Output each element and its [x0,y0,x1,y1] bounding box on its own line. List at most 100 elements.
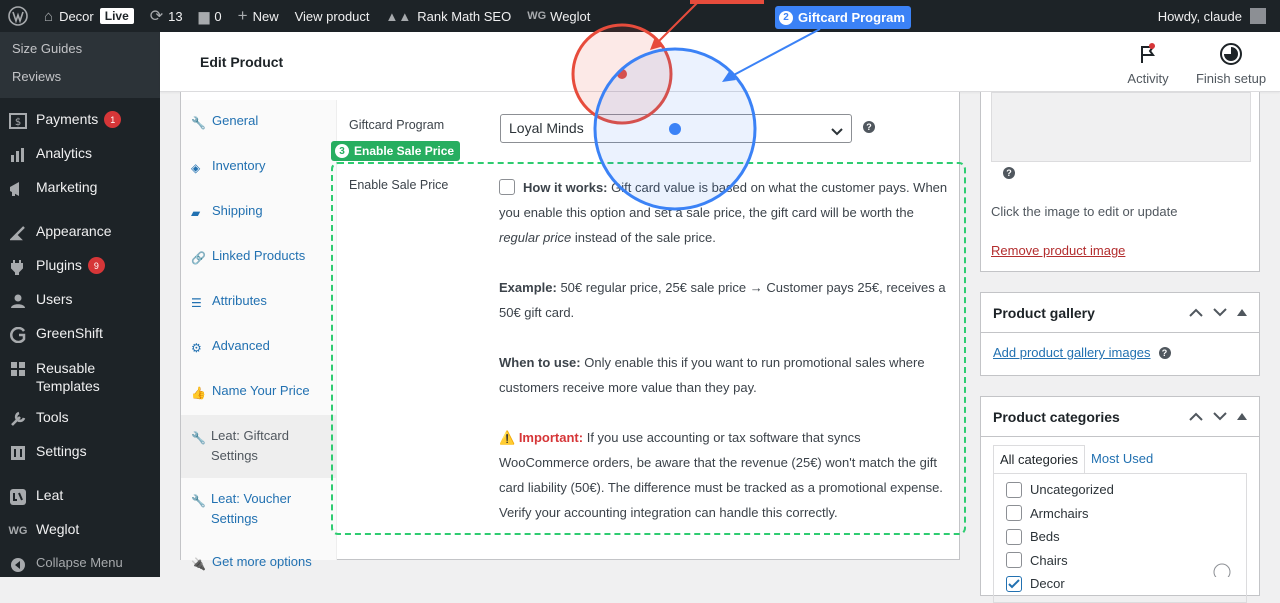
example-paragraph: Example: 50€ regular price, 25€ sale pri… [499,275,949,325]
updates-count: 13 [168,8,183,24]
category-checkbox-checked[interactable] [1006,575,1022,592]
enable-sale-price-label: Enable Sale Price [349,178,449,192]
admin-sidebar: Size Guides Reviews $ Payments 1 Analyti… [0,32,160,577]
example-text: 50€ regular price, 25€ sale price → Cust… [499,280,946,320]
submenu-item-reviews[interactable]: Reviews [0,64,160,92]
tab-get-more-options[interactable]: 🔌 Get more options [181,541,336,586]
annotation-label: Enable Sale Price [354,144,455,158]
sidebar-item-tools[interactable]: Tools [0,402,160,436]
weglot-link[interactable]: WG Weglot [519,0,598,32]
site-name-link[interactable]: ⌂ Decor Live [36,0,142,32]
tab-inventory[interactable]: ◈ Inventory [181,145,336,190]
account-menu[interactable]: Howdy, claude [1150,0,1280,32]
sidebar-item-users[interactable]: Users [0,284,160,318]
payments-badge: 1 [104,111,122,128]
category-checkbox[interactable] [1006,481,1022,498]
templates-icon [8,359,28,379]
progress-ring-icon [1190,42,1272,66]
list-item[interactable]: Decor [1006,572,1234,596]
tab-most-used[interactable]: Most Used [1085,445,1159,473]
tab-linked-products[interactable]: 🔗 Linked Products [181,235,336,280]
list-item[interactable]: Beds [1006,525,1234,549]
product-categories-box: Product categories All categories Most U… [980,396,1260,603]
sidebar-item-settings[interactable]: Settings [0,436,160,470]
chevron-up-icon[interactable] [1189,308,1203,317]
tab-shipping[interactable]: ▰ Shipping [181,190,336,235]
list-item[interactable]: Chairs [1006,549,1234,573]
gear-icon: ⚙ [191,341,202,355]
category-tabs: All categories Most Used [981,437,1259,473]
list-item[interactable]: Armchairs [1006,502,1234,526]
toggle-panel-icon[interactable] [1237,413,1247,420]
sidebar-item-payments[interactable]: $ Payments 1 [0,104,160,138]
toggle-panel-icon[interactable] [1237,309,1247,316]
sidebar-item-analytics[interactable]: Analytics [0,138,160,172]
wrench-icon: 🔧 [191,494,206,508]
chevron-down-icon [831,123,843,139]
add-gallery-images-link[interactable]: Add product gallery images [993,345,1151,360]
tab-name-your-price[interactable]: 👍 Name Your Price [181,370,336,415]
truck-icon: ▰ [191,206,201,220]
view-product-link[interactable]: View product [287,0,378,32]
tab-leat-voucher-settings[interactable]: 🔧 Leat: Voucher Settings [181,478,336,541]
category-label: Armchairs [1030,505,1089,521]
new-content-link[interactable]: + New [230,0,287,32]
sidebar-item-leat[interactable]: Leat [0,480,160,514]
category-label: Uncategorized [1030,482,1114,498]
sidebar-item-reusable-templates[interactable]: Reusable Templates [0,352,160,402]
home-icon: ⌂ [44,7,54,25]
annotation-tag-2: 2 Giftcard Program [775,6,911,29]
how-it-works-tail: instead of the sale price. [574,230,716,245]
submenu-item-size-guides[interactable]: Size Guides [0,36,160,64]
finish-setup-button[interactable]: Finish setup [1190,42,1272,86]
rankmath-link[interactable]: ▲▲ Rank Math SEO [378,0,520,32]
tab-attributes[interactable]: ☰ Attributes [181,280,336,325]
help-icon[interactable]: ? [1158,346,1171,359]
tab-advanced[interactable]: ⚙ Advanced [181,325,336,370]
wrench-icon: 🔧 [191,116,206,130]
chevron-down-icon[interactable] [1213,308,1227,317]
tab-leat-giftcard-settings[interactable]: 🔧 Leat: Giftcard Settings [181,415,336,478]
sidebar-item-marketing[interactable]: Marketing [0,172,160,206]
giftcard-program-value: Loyal Minds [509,120,584,136]
remove-product-image-link[interactable]: Remove product image [991,243,1125,258]
tab-all-categories[interactable]: All categories [993,445,1086,473]
list-icon: ☰ [191,296,202,310]
sidebar-item-label: Appearance [36,223,112,239]
tab-general[interactable]: 🔧 General [181,100,336,145]
regular-price-emphasis: regular price [499,230,572,245]
product-image-box: ? Click the image to edit or update Remo… [980,92,1260,272]
giftcard-program-select[interactable]: Loyal Minds [500,114,852,143]
sidebar-item-label: Weglot [36,521,80,537]
tab-label: Shipping [212,203,263,218]
updates-link[interactable]: ⟳ 13 [142,0,191,32]
sidebar-item-appearance[interactable]: Appearance [0,216,160,250]
chevron-up-icon[interactable] [1189,412,1203,421]
category-checkbox[interactable] [1006,505,1022,522]
sidebar-item-plugins[interactable]: Plugins 9 [0,250,160,284]
list-item[interactable]: Uncategorized [1006,478,1234,502]
annotation-label: Giftcard Program [798,10,905,25]
product-categories-header: Product categories [981,397,1259,437]
category-label: Beds [1030,529,1060,545]
sidebar-item-greenshift[interactable]: GreenShift [0,318,160,352]
giftcard-program-label: Giftcard Program [349,118,445,132]
wordpress-logo-icon[interactable] [0,0,36,32]
sidebar-item-label: GreenShift [36,325,103,341]
chevron-down-icon[interactable] [1213,412,1227,421]
weglot-icon: WG [8,525,28,537]
category-checkbox[interactable] [1006,528,1022,545]
tab-label: Inventory [212,158,266,173]
product-categories-title: Product categories [993,408,1120,425]
comments-link[interactable]: ▆ 0 [191,0,230,32]
help-icon[interactable]: ? [863,121,875,133]
sidebar-item-label: Settings [36,443,87,459]
activity-button[interactable]: Activity [1118,42,1178,86]
category-checkbox[interactable] [1006,552,1022,569]
enable-sale-price-checkbox[interactable] [499,179,515,195]
avatar [1250,8,1266,24]
sidebar-item-weglot[interactable]: WG Weglot [0,514,160,548]
tab-label: Advanced [212,338,270,353]
help-icon[interactable]: ? [1003,167,1015,179]
product-image-thumbnail[interactable] [991,92,1251,162]
